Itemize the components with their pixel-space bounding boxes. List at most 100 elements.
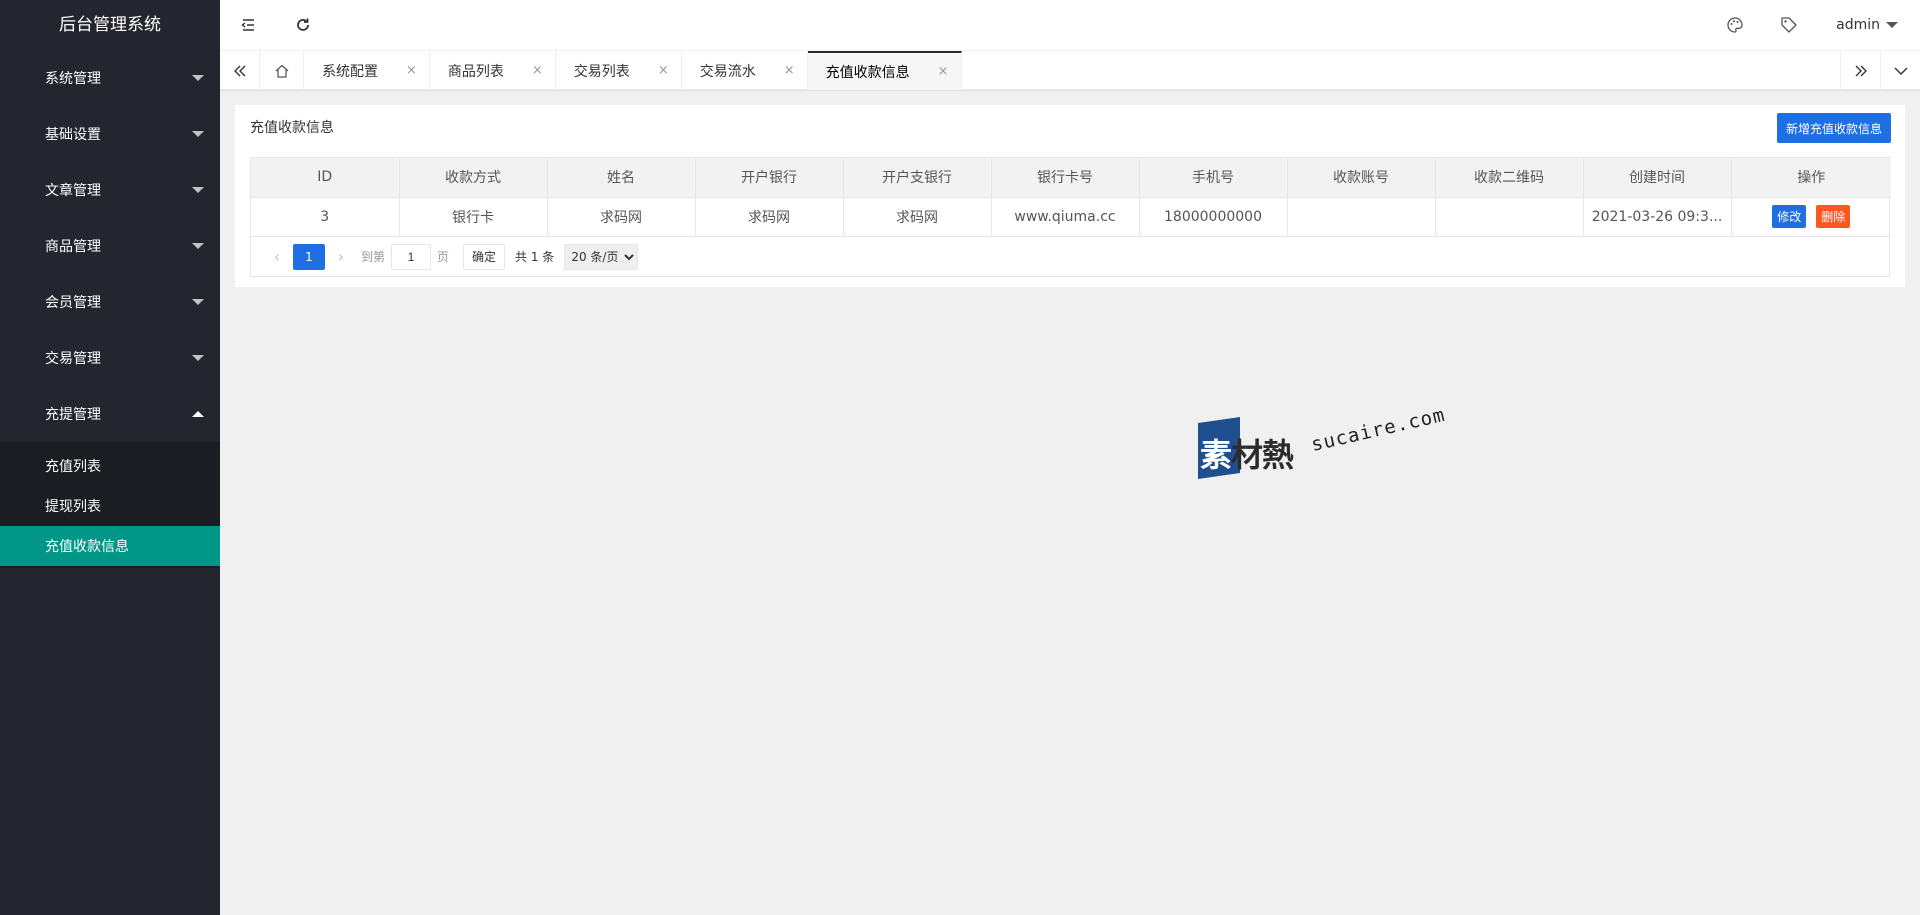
tab-trade-list[interactable]: 交易列表 × bbox=[556, 51, 682, 90]
sidebar-item-trades[interactable]: 交易管理 bbox=[0, 330, 220, 386]
refresh-icon[interactable] bbox=[276, 0, 330, 50]
sidebar-item-label: 充值列表 bbox=[45, 459, 101, 475]
column-header[interactable]: 收款账号 bbox=[1287, 158, 1436, 197]
cell-bank: 求码网 bbox=[695, 197, 844, 236]
table-header-row: ID 收款方式 姓名 开户银行 开户支银行 银行卡号 手机号 收款账号 收款二维… bbox=[251, 158, 1891, 197]
cell-phone: 18000000000 bbox=[1139, 197, 1288, 236]
tab-system-config[interactable]: 系统配置 × bbox=[304, 51, 430, 90]
submenu-divider bbox=[0, 566, 220, 568]
sidebar-item-label: 系统管理 bbox=[45, 71, 101, 87]
tab-label: 交易流水 bbox=[699, 63, 756, 80]
tab-list: 系统配置 × 商品列表 × 交易列表 × 交易流水 × 充值收款信息 × bbox=[260, 51, 962, 90]
cell-method: 银行卡 bbox=[399, 197, 548, 236]
cell-card-no: www.qiuma.cc bbox=[991, 197, 1140, 236]
watermark-cn: 素材熱 bbox=[1200, 430, 1294, 476]
sidebar-item-system[interactable]: 系统管理 bbox=[0, 50, 220, 106]
page-number-current[interactable]: 1 bbox=[293, 243, 325, 270]
page-size-select[interactable]: 20 条/页 bbox=[564, 243, 639, 270]
sidebar-item-label: 会员管理 bbox=[45, 295, 101, 311]
sidebar-item-label: 文章管理 bbox=[45, 183, 101, 199]
edit-button[interactable]: 修改 bbox=[1772, 205, 1807, 229]
goto-label: 到第 bbox=[361, 250, 386, 264]
column-header[interactable]: 收款二维码 bbox=[1435, 158, 1584, 197]
close-icon[interactable]: × bbox=[406, 63, 417, 78]
sidebar-item-products[interactable]: 商品管理 bbox=[0, 218, 220, 274]
delete-button[interactable]: 删除 bbox=[1816, 205, 1851, 229]
column-header: 操作 bbox=[1797, 170, 1826, 187]
cell-id: 3 bbox=[251, 197, 400, 236]
column-header[interactable]: 银行卡号 bbox=[991, 158, 1140, 197]
next-page-icon[interactable]: › bbox=[327, 244, 355, 270]
chevron-down-icon bbox=[192, 355, 204, 361]
sidebar-item-label: 商品管理 bbox=[45, 239, 101, 255]
cell-name: 求码网 bbox=[547, 197, 696, 236]
column-header[interactable]: 开户银行 bbox=[695, 158, 844, 197]
content-card: 充值收款信息 新增充值收款信息 ID 收款方式 姓名 开户银行 开户支银行 银行… bbox=[235, 105, 1905, 287]
tab-scroll-left-icon[interactable] bbox=[220, 51, 260, 90]
tab-home[interactable] bbox=[260, 51, 304, 90]
column-header[interactable]: 开户支银行 bbox=[843, 158, 992, 197]
home-icon bbox=[275, 64, 288, 78]
tab-label: 系统配置 bbox=[322, 63, 378, 80]
sidebar-subitem-withdraw-list[interactable]: 提现列表 bbox=[0, 486, 220, 526]
sidebar-item-articles[interactable]: 文章管理 bbox=[0, 162, 220, 218]
tab-scroll-right-icon[interactable] bbox=[1840, 51, 1880, 90]
tab-label: 交易列表 bbox=[573, 63, 630, 80]
tab-label: 商品列表 bbox=[447, 63, 504, 80]
caret-down-icon bbox=[1886, 22, 1898, 28]
sidebar-submenu: 充值列表 提现列表 充值收款信息 bbox=[0, 442, 220, 568]
chevron-down-icon bbox=[192, 75, 204, 81]
sidebar-subitem-deposit-receipt[interactable]: 充值收款信息 bbox=[0, 526, 220, 566]
tab-product-list[interactable]: 商品列表 × bbox=[430, 51, 556, 90]
table-row[interactable]: 3 银行卡 求码网 求码网 求码网 www.qiuma.cc 180000000… bbox=[251, 197, 1891, 236]
cell-actions: 修改 删除 bbox=[1731, 197, 1891, 236]
pagination: ‹ 1 › 到第 页 确定 共 1 条 20 条/页 bbox=[251, 236, 1889, 276]
user-menu[interactable]: admin bbox=[1816, 17, 1920, 33]
chevron-down-icon bbox=[192, 187, 204, 193]
close-icon[interactable]: × bbox=[532, 63, 543, 78]
column-header[interactable]: 收款方式 bbox=[399, 158, 548, 197]
watermark-cn-rest: 材熱 bbox=[1231, 436, 1294, 474]
sidebar-item-label: 提现列表 bbox=[45, 499, 101, 515]
sidebar: 后台管理系统 系统管理 基础设置 文章管理 商品管理 会员管理 交易管理 充提管… bbox=[0, 0, 220, 915]
column-header[interactable]: ID bbox=[251, 158, 400, 197]
top-header: admin bbox=[220, 0, 1920, 50]
tab-label: 充值收款信息 bbox=[825, 64, 910, 81]
sidebar-item-label: 交易管理 bbox=[45, 351, 101, 367]
column-header[interactable]: 手机号 bbox=[1139, 158, 1288, 197]
watermark-logo: 素材熱 sucaire.com bbox=[1198, 404, 1448, 488]
sidebar-item-label: 充值收款信息 bbox=[45, 539, 129, 555]
chevron-down-icon bbox=[192, 131, 204, 137]
close-icon[interactable]: × bbox=[784, 63, 795, 78]
page-title: 充值收款信息 bbox=[250, 120, 334, 136]
chevron-down-icon bbox=[192, 243, 204, 249]
goto-page-input[interactable] bbox=[391, 243, 432, 270]
tag-icon[interactable] bbox=[1762, 0, 1816, 50]
cell-created: 2021-03-26 09:3... bbox=[1583, 197, 1732, 236]
tab-menu-chevron-down-icon[interactable] bbox=[1880, 51, 1920, 90]
cell-qrcode bbox=[1435, 197, 1584, 236]
sidebar-item-members[interactable]: 会员管理 bbox=[0, 274, 220, 330]
close-icon[interactable]: × bbox=[658, 63, 669, 78]
sidebar-subitem-deposit-list[interactable]: 充值列表 bbox=[0, 446, 220, 486]
tab-deposit-receipt[interactable]: 充值收款信息 × bbox=[807, 51, 962, 90]
tab-trade-flow[interactable]: 交易流水 × bbox=[682, 51, 808, 90]
column-header[interactable]: 姓名 bbox=[547, 158, 696, 197]
cell-branch: 求码网 bbox=[843, 197, 992, 236]
sidebar-item-label: 充提管理 bbox=[45, 407, 101, 423]
add-receipt-button[interactable]: 新增充值收款信息 bbox=[1776, 113, 1891, 143]
sidebar-item-basic-settings[interactable]: 基础设置 bbox=[0, 106, 220, 162]
close-icon[interactable]: × bbox=[938, 64, 949, 79]
data-table: ID 收款方式 姓名 开户银行 开户支银行 银行卡号 手机号 收款账号 收款二维… bbox=[250, 157, 1891, 277]
sidebar-item-deposit-withdraw[interactable]: 充提管理 bbox=[0, 386, 220, 442]
watermark-cn-first: 素 bbox=[1200, 436, 1232, 474]
chevron-down-icon bbox=[192, 299, 204, 305]
column-header[interactable]: 创建时间 bbox=[1583, 158, 1732, 197]
username: admin bbox=[1836, 17, 1880, 33]
goto-confirm-button[interactable]: 确定 bbox=[463, 243, 506, 270]
prev-page-icon[interactable]: ‹ bbox=[263, 244, 291, 270]
page-unit-label: 页 bbox=[437, 250, 450, 264]
menu-fold-icon[interactable] bbox=[220, 0, 276, 50]
watermark-en: sucaire.com bbox=[1309, 403, 1448, 456]
theme-icon[interactable] bbox=[1708, 0, 1762, 50]
